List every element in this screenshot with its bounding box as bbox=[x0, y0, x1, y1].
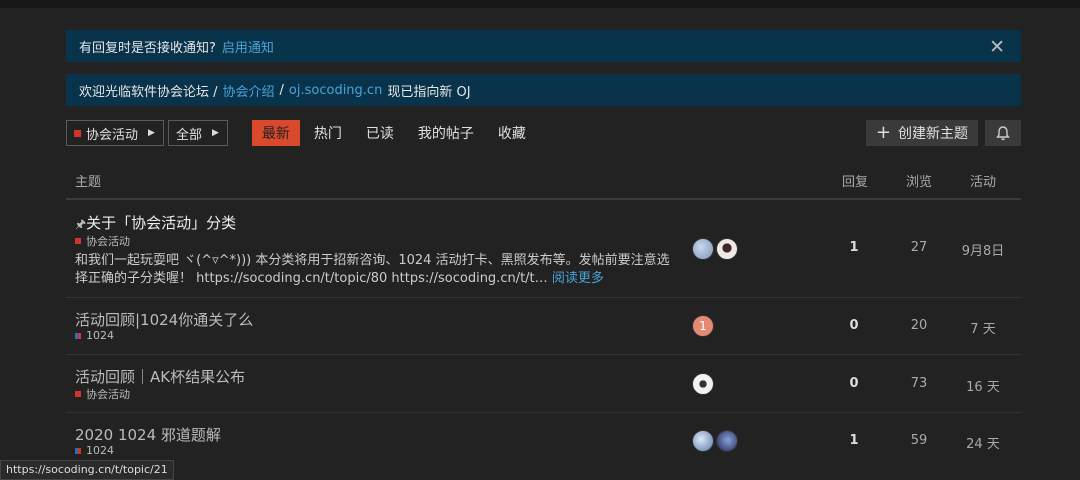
poster-avatars bbox=[692, 373, 716, 395]
bell-icon bbox=[996, 125, 1010, 140]
create-topic-button[interactable]: + 创建新主题 bbox=[865, 120, 978, 146]
category-color-badge bbox=[75, 447, 81, 454]
tab-latest[interactable]: 最新 bbox=[251, 120, 300, 146]
topic-excerpt: 和我们一起玩耍吧 ヾ(^▿^*))) 本分类将用于招新咨询、1024 活动打卡、… bbox=[75, 252, 675, 288]
topic-title[interactable]: 活动回顾|1024你通关了么 bbox=[75, 309, 253, 330]
separator: / bbox=[279, 82, 284, 98]
category-label: 协会活动 bbox=[86, 235, 130, 248]
activity-time[interactable]: 7 天 bbox=[953, 318, 1013, 337]
view-count: 20 bbox=[910, 318, 928, 333]
topic-category[interactable]: 协会活动 bbox=[75, 386, 130, 402]
avatar[interactable] bbox=[692, 373, 714, 395]
topic-list-header: 主题 回复 浏览 活动 bbox=[66, 160, 1021, 200]
notification-banner: 有回复时是否接收通知? 启用通知 ✕ bbox=[66, 30, 1021, 62]
avatar[interactable] bbox=[692, 430, 714, 452]
reply-count[interactable]: 1 bbox=[824, 433, 884, 448]
avatar[interactable] bbox=[716, 430, 738, 452]
category-label: 1024 bbox=[86, 444, 114, 457]
category-color-badge bbox=[74, 129, 81, 137]
category-dropdown-label: 协会活动 bbox=[86, 127, 139, 143]
read-more-link[interactable]: 阅读更多 bbox=[552, 271, 604, 286]
tab-my-posts[interactable]: 我的帖子 bbox=[408, 120, 484, 146]
enable-notifications-link[interactable]: 启用通知 bbox=[222, 37, 274, 56]
category-color-badge bbox=[75, 391, 81, 397]
activity-time[interactable]: 16 天 bbox=[953, 376, 1013, 395]
tab-read[interactable]: 已读 bbox=[356, 120, 404, 146]
topic-tabs: 最新 热门 已读 我的帖子 收藏 bbox=[251, 120, 540, 146]
view-count: 73 bbox=[910, 376, 928, 391]
avatar[interactable]: 1 bbox=[692, 315, 714, 337]
main-container: 有回复时是否接收通知? 启用通知 ✕ 欢迎光临软件协会论坛 / 协会介绍 / o… bbox=[66, 30, 1021, 471]
link-status-bar: https://socoding.cn/t/topic/21 bbox=[0, 460, 174, 480]
caret-right-icon: ▶ bbox=[211, 128, 219, 138]
welcome-text: 欢迎光临软件协会论坛 / bbox=[79, 84, 218, 100]
plus-icon: + bbox=[875, 122, 891, 143]
poster-avatars bbox=[692, 238, 740, 260]
topic-category[interactable]: 协会活动 bbox=[75, 233, 130, 249]
header-replies[interactable]: 回复 bbox=[842, 171, 868, 190]
navigation-bar: 协会活动 ▶ 全部 ▶ 最新 热门 已读 我的帖子 收藏 + 创建新主题 bbox=[66, 118, 1021, 148]
reply-count[interactable]: 0 bbox=[824, 318, 884, 333]
header-views[interactable]: 浏览 bbox=[906, 171, 932, 190]
category-label: 协会活动 bbox=[86, 388, 130, 401]
topic-category[interactable]: 1024 bbox=[75, 329, 114, 342]
topic-title-text[interactable]: 关于「协会活动」分类 bbox=[86, 214, 236, 232]
about-link[interactable]: 协会介绍 bbox=[223, 81, 275, 100]
header-topic[interactable]: 主题 bbox=[75, 171, 101, 190]
category-color-badge bbox=[75, 332, 81, 339]
notification-bell-button[interactable] bbox=[985, 120, 1021, 146]
avatar[interactable] bbox=[716, 238, 738, 260]
topic-row[interactable]: 活动回顾｜AK杯结果公布 协会活动 0 73 16 天 bbox=[66, 355, 1021, 413]
tab-top[interactable]: 热门 bbox=[304, 120, 352, 146]
category-color-badge bbox=[75, 238, 81, 244]
topic-row[interactable]: 🖈关于「协会活动」分类 协会活动 和我们一起玩耍吧 ヾ(^▿^*))) 本分类将… bbox=[66, 200, 1021, 298]
welcome-banner: 欢迎光临软件协会论坛 / 协会介绍 / oj.socoding.cn 现已指向新… bbox=[66, 74, 1021, 106]
topic-title[interactable]: 2020 1024 邪道题解 bbox=[75, 424, 221, 445]
subcategory-dropdown[interactable]: 全部 ▶ bbox=[167, 120, 228, 146]
avatar[interactable] bbox=[692, 238, 714, 260]
close-icon[interactable]: ✕ bbox=[989, 36, 1005, 58]
category-label: 1024 bbox=[86, 329, 114, 342]
reply-count[interactable]: 0 bbox=[824, 376, 884, 391]
topic-category[interactable]: 1024 bbox=[75, 444, 114, 457]
poster-avatars bbox=[692, 430, 740, 452]
oj-notice-text: 现已指向新 OJ bbox=[387, 84, 471, 100]
caret-right-icon: ▶ bbox=[148, 128, 155, 138]
view-count: 27 bbox=[910, 240, 928, 255]
oj-link[interactable]: oj.socoding.cn bbox=[289, 83, 382, 98]
top-bar bbox=[0, 0, 1080, 8]
subcategory-dropdown-label: 全部 bbox=[175, 127, 202, 143]
topic-row[interactable]: 活动回顾|1024你通关了么 1024 1 0 20 7 天 bbox=[66, 298, 1021, 355]
pin-icon: 🖈 bbox=[75, 217, 87, 231]
tab-bookmarks[interactable]: 收藏 bbox=[488, 120, 536, 146]
activity-time[interactable]: 24 天 bbox=[953, 433, 1013, 452]
category-dropdown[interactable]: 协会活动 ▶ bbox=[66, 120, 164, 146]
notify-text: 有回复时是否接收通知? bbox=[79, 40, 216, 56]
view-count: 59 bbox=[910, 433, 928, 448]
topic-row[interactable]: 2020 1024 邪道题解 1024 1 59 24 天 bbox=[66, 413, 1021, 471]
header-activity[interactable]: 活动 bbox=[970, 171, 996, 190]
topic-title[interactable]: 活动回顾｜AK杯结果公布 bbox=[75, 366, 245, 387]
create-topic-label: 创建新主题 bbox=[898, 126, 968, 142]
poster-avatars: 1 bbox=[692, 315, 716, 337]
activity-time[interactable]: 9月8日 bbox=[953, 240, 1013, 259]
reply-count[interactable]: 1 bbox=[824, 240, 884, 255]
